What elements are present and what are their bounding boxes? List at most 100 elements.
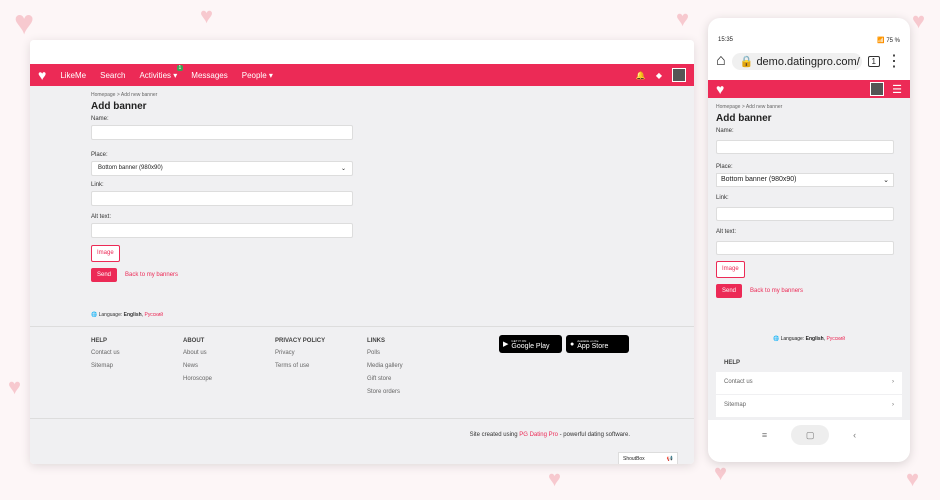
heart-logo-icon[interactable]: ♥ (716, 81, 724, 97)
alt-text-input[interactable] (91, 223, 353, 238)
phone-content: Homepage > Add new banner Add banner Nam… (708, 98, 910, 420)
chevron-down-icon: ⌄ (883, 177, 889, 184)
google-play-icon: ▶ (503, 341, 509, 348)
home-icon[interactable]: ⌂ (716, 52, 726, 70)
phone-link-input[interactable] (716, 207, 894, 221)
phone-name-input[interactable] (716, 140, 894, 154)
page-title: Add banner (91, 101, 147, 112)
nav-messages[interactable]: Messages (191, 71, 227, 80)
phone-place-label: Place: (716, 164, 733, 170)
phone-place-value: Bottom banner (980x90) (721, 176, 797, 183)
app-store-badge[interactable]: ● Available on the App Store (566, 335, 629, 353)
footer-link[interactable]: Sitemap (91, 363, 183, 369)
browser-top (30, 40, 694, 64)
phone-battery: 75 % (886, 37, 900, 44)
footer-link[interactable]: Media gallery (367, 363, 459, 369)
phone-status-bar: 15:35 📶 75 % (708, 30, 910, 50)
footer-about-title: ABOUT (183, 338, 205, 344)
place-select[interactable]: Bottom banner (980x90) ⌄ (91, 161, 353, 176)
avatar[interactable] (672, 68, 686, 82)
tabs-icon[interactable]: 1 (867, 55, 880, 67)
phone-url[interactable]: 🔒 demo.datingpro.com/ (731, 52, 862, 70)
heart-decoration-icon: ♥ (14, 4, 35, 42)
heart-decoration-icon: ♥ (548, 466, 562, 491)
nav-search[interactable]: Search (100, 71, 125, 80)
footer-links: HELP Contact us Sitemap ABOUT About us N… (91, 338, 459, 402)
language-label: Language: (98, 312, 123, 318)
bell-icon[interactable]: 🔔 (636, 71, 646, 80)
main-content: Homepage > Add new banner Add banner Nam… (30, 86, 694, 464)
phone-language-russian[interactable]: Русский (826, 336, 845, 342)
footer-link[interactable]: Gift store (367, 376, 459, 382)
language-russian[interactable]: Русский (145, 312, 164, 318)
footer-link[interactable]: Privacy (275, 350, 367, 356)
shoutbox-label: ShoutBox (623, 456, 645, 462)
nav-right: 🔔 ◆ (636, 68, 686, 82)
heart-logo-icon[interactable]: ♥ (38, 67, 46, 83)
add-banner-form: Homepage > Add new banner Add banner Nam… (91, 92, 353, 282)
back-icon[interactable]: ‹ (853, 430, 856, 440)
footer-link[interactable]: Store orders (367, 389, 459, 395)
nav-people[interactable]: People ▾ (242, 71, 273, 80)
footer-link[interactable]: Contact us (91, 350, 183, 356)
footer-help-title: HELP (91, 338, 108, 344)
app-store-name: App Store (577, 342, 609, 350)
phone-help-item-label: Sitemap (724, 402, 747, 408)
link-label: Link: (91, 182, 104, 188)
link-input[interactable] (91, 191, 353, 206)
footer-link[interactable]: About us (183, 350, 275, 356)
place-select-value: Bottom banner (980x90) (98, 165, 163, 171)
credit-link[interactable]: PG Dating Pro (519, 432, 558, 438)
phone-status-icons: 📶 75 % (877, 37, 900, 44)
send-button[interactable]: Send (91, 268, 118, 282)
language-selector: 🌐 Language: English, Русский (91, 312, 164, 318)
nav-people-label: People (241, 70, 267, 80)
heart-decoration-icon: ♥ (714, 460, 728, 485)
footer-link[interactable]: News (183, 363, 275, 369)
phone-navbar: ♥ ☰ (708, 80, 910, 98)
globe-icon: 🌐 (772, 336, 780, 342)
phone-breadcrumb[interactable]: Homepage > Add new banner (716, 104, 902, 110)
phone-language-english[interactable]: English (806, 336, 824, 342)
phone-alt-label: Alt text: (716, 229, 737, 235)
name-label: Name: (91, 116, 109, 122)
google-play-name: Google Play (511, 342, 550, 350)
activities-badge: 1 (176, 64, 184, 71)
footer-help: HELP Contact us Sitemap (91, 338, 183, 402)
phone-help-item[interactable]: Sitemap › (716, 395, 902, 417)
phone-image-button[interactable]: Image (716, 261, 745, 278)
phone-back-link[interactable]: Back to my banners (750, 288, 803, 294)
home-button[interactable]: ▢ (791, 425, 830, 445)
footer-link[interactable]: Polls (367, 350, 459, 356)
phone-name-label: Name: (716, 128, 734, 134)
diamond-icon[interactable]: ◆ (656, 71, 662, 80)
apple-icon: ● (570, 340, 575, 348)
more-icon[interactable]: ⋮ (886, 51, 902, 71)
recent-apps-icon[interactable]: ≡ (762, 430, 767, 440)
footer-link[interactable]: Terms of use (275, 363, 367, 369)
name-input[interactable] (91, 125, 353, 140)
phone-help-item[interactable]: Contact us › (716, 372, 902, 394)
image-button[interactable]: Image (91, 245, 120, 262)
phone-nav-bar: ≡ ▢ ‹ (708, 420, 910, 450)
footer-links-title: LINKS (367, 338, 385, 344)
nav-brand[interactable]: LikeMe (60, 71, 86, 80)
desktop-window: ♥ LikeMe Search Activities ▾ 1 Messages P… (30, 40, 694, 464)
google-play-badge[interactable]: ▶ GET IT ON Google Play (499, 335, 562, 353)
nav-activities[interactable]: Activities ▾ 1 (139, 64, 184, 80)
phone-send-button[interactable]: Send (716, 284, 743, 298)
phone-link-label: Link: (716, 195, 729, 201)
language-english[interactable]: English (124, 312, 142, 318)
back-to-banners-link[interactable]: Back to my banners (125, 272, 178, 278)
phone-language-label: Language: (780, 336, 805, 342)
footer-link[interactable]: Horoscope (183, 376, 275, 382)
phone-alt-input[interactable] (716, 241, 894, 255)
menu-icon[interactable]: ☰ (892, 83, 902, 96)
phone-avatar[interactable] (870, 82, 885, 96)
breadcrumb[interactable]: Homepage > Add new banner (91, 92, 353, 98)
shoutbox-button[interactable]: ShoutBox 📢 (618, 452, 678, 464)
heart-decoration-icon: ♥ (906, 466, 920, 491)
send-row: Send Back to my banners (91, 268, 353, 282)
phone-place-select[interactable]: Bottom banner (980x90) ⌄ (716, 173, 894, 187)
credit-post: - powerful dating software. (559, 432, 630, 438)
